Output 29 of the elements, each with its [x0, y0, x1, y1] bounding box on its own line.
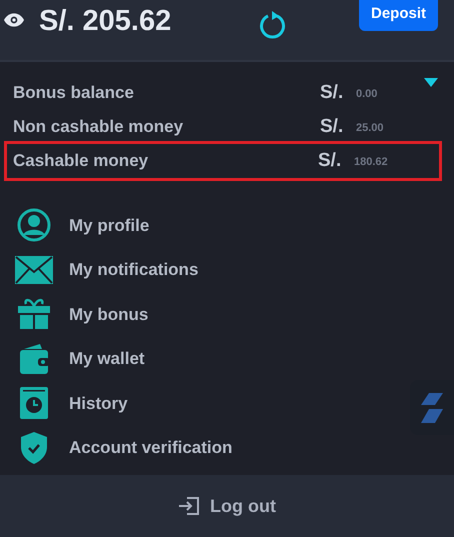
envelope-icon	[14, 256, 52, 284]
balance-label: Cashable money	[13, 150, 150, 172]
currency-symbol: S/.	[320, 114, 344, 139]
deposit-button[interactable]: Deposit	[359, 0, 438, 31]
logout-button[interactable]: Log out	[178, 492, 276, 520]
balance-amount: 180.62	[354, 155, 389, 170]
menu-item[interactable]: My wallet	[14, 336, 145, 381]
clock-icon	[20, 387, 48, 420]
balance-amount: S/. 205.62	[39, 4, 172, 40]
balance-amount: 0.00	[356, 87, 378, 102]
logout-icon	[178, 496, 200, 516]
balance-label: Bonus balance	[13, 82, 135, 104]
menu-item[interactable]: History	[14, 381, 128, 426]
menu-item[interactable]: My profile	[14, 203, 150, 248]
eye-icon[interactable]	[4, 13, 24, 27]
shield-check-icon	[20, 432, 46, 464]
gift-icon	[16, 298, 50, 330]
menu-item[interactable]: Account verification	[14, 426, 232, 470]
currency-symbol: S/.	[320, 80, 344, 105]
refresh-icon[interactable]	[257, 8, 287, 40]
menu-item[interactable]: My notifications	[14, 248, 198, 292]
wallet-icon	[18, 342, 50, 375]
logo-icon	[419, 390, 445, 424]
balance-label: Non cashable money	[13, 116, 184, 138]
balance-amount: 25.00	[356, 121, 385, 136]
caret-icon[interactable]	[424, 78, 438, 87]
menu-item[interactable]: My bonus	[14, 292, 148, 336]
currency-symbol: S/.	[318, 148, 342, 173]
person-icon	[16, 208, 50, 242]
